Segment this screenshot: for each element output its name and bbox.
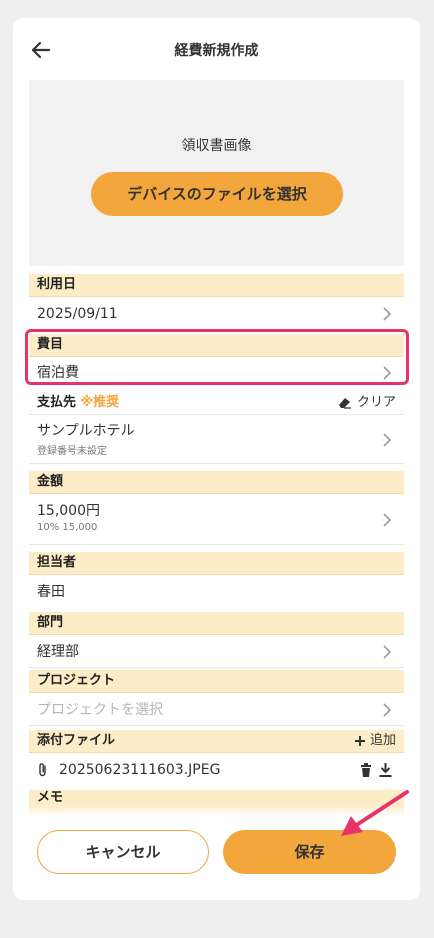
chevron-right-icon bbox=[383, 366, 392, 380]
receipt-image-label: 領収書画像 bbox=[181, 138, 252, 154]
amount-row[interactable]: 15,000円 10% 15,000 bbox=[29, 495, 404, 545]
chevron-right-icon bbox=[383, 513, 392, 527]
project-row[interactable]: プロジェクトを選択 bbox=[29, 694, 404, 726]
paperclip-icon bbox=[39, 763, 46, 777]
eraser-icon bbox=[338, 398, 351, 409]
payee-value: サンプルホテル bbox=[37, 423, 135, 439]
person-row: 春田 bbox=[29, 576, 404, 608]
header: 経費新規作成 bbox=[13, 18, 420, 80]
attachment-label: 添付ファイル bbox=[37, 733, 116, 748]
payee-row[interactable]: サンプルホテル 登録番号未設定 bbox=[29, 416, 404, 464]
cancel-button[interactable]: キャンセル bbox=[37, 830, 209, 874]
chevron-right-icon bbox=[383, 703, 392, 717]
attachment-add-button[interactable]: 追加 bbox=[354, 730, 396, 752]
amount-label: 金額 bbox=[37, 474, 64, 489]
attachment-file-row: 20250623111603.JPEG bbox=[29, 754, 404, 786]
payee-clear-button[interactable]: クリア bbox=[337, 392, 396, 414]
chevron-right-icon bbox=[383, 433, 392, 447]
department-value: 経理部 bbox=[37, 644, 79, 660]
amount-tax-detail: 10% 15,000 bbox=[37, 522, 98, 533]
category-value: 宿泊費 bbox=[37, 365, 79, 381]
person-value: 春田 bbox=[37, 584, 65, 600]
page-title: 経費新規作成 bbox=[174, 43, 259, 59]
attachment-add-label: 追加 bbox=[369, 733, 396, 748]
payee-recommend-badge: ※推奨 bbox=[80, 395, 120, 410]
amount-value: 15,000円 bbox=[37, 503, 100, 519]
payee-clear-label: クリア bbox=[356, 395, 396, 410]
category-section-header: 費目 bbox=[29, 334, 404, 357]
plus-icon bbox=[354, 735, 365, 746]
person-label: 担当者 bbox=[37, 555, 77, 570]
department-section-header: 部門 bbox=[29, 612, 404, 635]
category-label: 費目 bbox=[37, 337, 64, 352]
save-button[interactable]: 保存 bbox=[223, 830, 396, 874]
memo-section-header: メモ bbox=[29, 790, 404, 816]
receipt-image-area: 領収書画像 デバイスのファイルを選択 bbox=[29, 80, 404, 266]
download-icon[interactable] bbox=[379, 763, 392, 777]
payee-label: 支払先 bbox=[37, 395, 77, 410]
date-label: 利用日 bbox=[37, 277, 77, 292]
project-placeholder: プロジェクトを選択 bbox=[37, 702, 163, 718]
select-device-file-button[interactable]: デバイスのファイルを選択 bbox=[91, 172, 343, 216]
amount-section-header: 金額 bbox=[29, 471, 404, 494]
department-row[interactable]: 経理部 bbox=[29, 636, 404, 668]
attachment-file-name: 20250623111603.JPEG bbox=[59, 762, 221, 778]
attachment-section-header: 添付ファイル 追加 bbox=[29, 730, 404, 753]
date-row[interactable]: 2025/09/11 bbox=[29, 298, 404, 330]
chevron-right-icon bbox=[383, 307, 392, 321]
date-value: 2025/09/11 bbox=[37, 306, 118, 322]
trash-icon[interactable] bbox=[360, 763, 372, 777]
project-section-header: プロジェクト bbox=[29, 670, 404, 693]
department-label: 部門 bbox=[37, 615, 64, 630]
payee-registration-number: 登録番号未設定 bbox=[37, 446, 107, 457]
expense-form-card: 経費新規作成 領収書画像 デバイスのファイルを選択 利用日 2025/09/11… bbox=[13, 18, 420, 900]
payee-section-header: 支払先 ※推奨 クリア bbox=[29, 392, 404, 415]
date-section-header: 利用日 bbox=[29, 274, 404, 297]
chevron-right-icon bbox=[383, 645, 392, 659]
person-section-header: 担当者 bbox=[29, 552, 404, 575]
memo-label: メモ bbox=[37, 790, 64, 805]
category-row[interactable]: 宿泊費 bbox=[29, 358, 404, 388]
project-label: プロジェクト bbox=[37, 673, 116, 688]
